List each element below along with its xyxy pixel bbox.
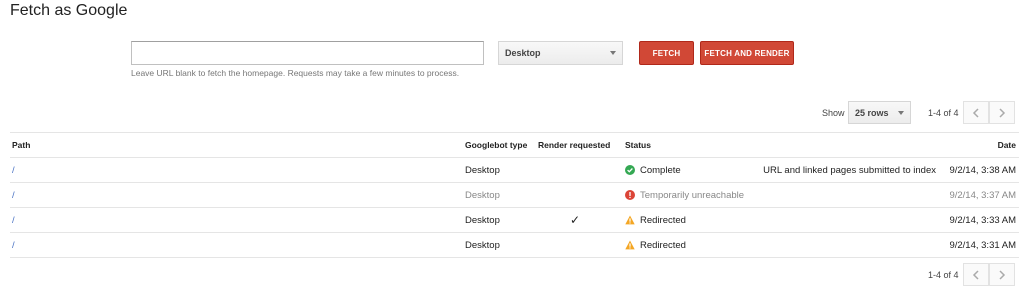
fetch-date: 9/2/14, 3:37 AM <box>949 189 1016 201</box>
status: Redirected <box>625 208 686 232</box>
pager-count-bottom: 1-4 of 4 <box>928 270 959 280</box>
googlebot-type: Desktop <box>465 214 500 226</box>
googlebot-type: Desktop <box>465 239 500 251</box>
column-header-googlebot-type[interactable]: Googlebot type <box>465 133 527 157</box>
table-row[interactable]: / Desktop ✓ Redirected 9/2/14, 3:33 AM <box>10 208 1019 233</box>
status: Temporarily unreachable <box>625 183 744 207</box>
pager-count-top: 1-4 of 4 <box>928 108 959 118</box>
status-detail: URL and linked pages submitted to index <box>763 164 936 176</box>
path-link[interactable]: / <box>12 158 15 182</box>
fetch-date: 9/2/14, 3:33 AM <box>949 214 1016 226</box>
next-page-button-bottom[interactable] <box>989 263 1015 286</box>
path-link[interactable]: / <box>12 233 15 257</box>
warning-triangle-icon <box>625 215 635 225</box>
crawler-type-select[interactable]: Desktop <box>498 41 623 65</box>
column-header-status[interactable]: Status <box>625 133 651 157</box>
chevron-right-icon <box>999 269 1006 280</box>
error-circle-icon <box>625 190 635 200</box>
status-label: Temporarily unreachable <box>640 189 745 201</box>
status: Redirected <box>625 233 686 257</box>
chevron-left-icon <box>972 107 979 118</box>
prev-page-button-bottom[interactable] <box>963 263 989 286</box>
path-link[interactable]: / <box>12 208 15 232</box>
googlebot-type: Desktop <box>465 189 500 201</box>
column-header-date[interactable]: Date <box>998 133 1016 157</box>
fetch-date: 9/2/14, 3:38 AM <box>949 164 1016 176</box>
warning-triangle-icon <box>625 240 635 250</box>
table-row[interactable]: / Desktop Complete URL and linked pages … <box>10 158 1019 183</box>
render-requested-mark: ✓ <box>570 213 581 227</box>
rows-per-page-value: 25 rows <box>855 107 889 118</box>
prev-page-button-top[interactable] <box>963 101 989 124</box>
chevron-right-icon <box>999 107 1006 118</box>
status-label: Redirected <box>640 214 686 226</box>
show-label: Show <box>822 108 845 118</box>
column-header-render-requested[interactable]: Render requested <box>538 133 610 157</box>
fetch-date: 9/2/14, 3:31 AM <box>949 239 1016 251</box>
fetch-button[interactable]: FETCH <box>639 41 694 65</box>
path-link[interactable]: / <box>12 183 15 207</box>
url-input[interactable] <box>131 41 484 65</box>
table-row[interactable]: / Desktop Temporarily unreachable 9/2/14… <box>10 183 1019 208</box>
googlebot-type: Desktop <box>465 164 500 176</box>
chevron-down-icon <box>610 51 616 55</box>
table-row[interactable]: / Desktop Redirected 9/2/14, 3:31 AM <box>10 233 1019 258</box>
fetch-and-render-button[interactable]: FETCH AND RENDER <box>700 41 794 65</box>
column-header-path[interactable]: Path <box>12 133 30 157</box>
next-page-button-top[interactable] <box>989 101 1015 124</box>
url-hint: Leave URL blank to fetch the homepage. R… <box>131 68 460 78</box>
page-title: Fetch as Google <box>10 2 128 19</box>
status-label: Redirected <box>640 239 686 251</box>
rows-per-page-select[interactable]: 25 rows <box>848 101 911 124</box>
fetch-history-table: Path Googlebot type Render requested Sta… <box>10 132 1019 258</box>
status-label: Complete <box>640 164 681 176</box>
chevron-down-icon <box>898 110 904 115</box>
table-header: Path Googlebot type Render requested Sta… <box>10 132 1019 158</box>
status: Complete <box>625 158 681 182</box>
check-circle-icon <box>625 165 635 175</box>
crawler-type-value: Desktop <box>505 48 541 58</box>
chevron-left-icon <box>972 269 979 280</box>
